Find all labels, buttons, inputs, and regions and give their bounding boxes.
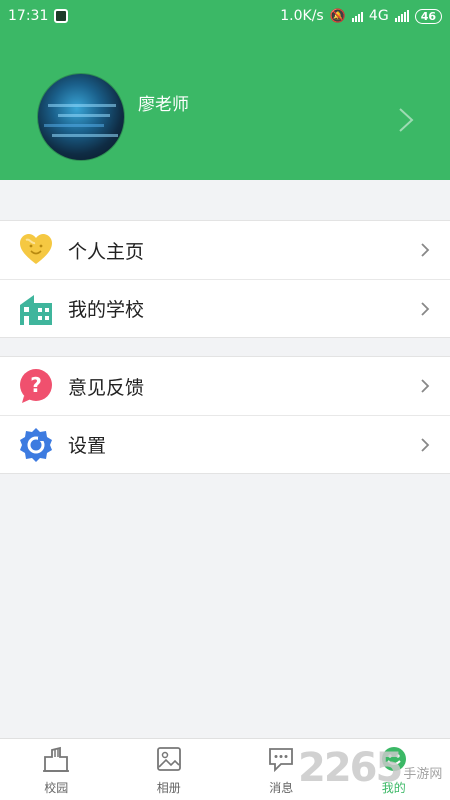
svg-text:?: ? xyxy=(30,373,42,397)
signal-strength-icon xyxy=(394,10,409,22)
watermark-number: 2265 xyxy=(298,745,403,791)
signal-hd-icon xyxy=(351,10,363,22)
tab-label: 校园 xyxy=(44,781,69,795)
tab-label: 消息 xyxy=(269,781,294,795)
network-speed: 1.0K/s xyxy=(280,8,324,24)
school-building-icon xyxy=(20,295,52,325)
campus-icon xyxy=(43,746,70,772)
chevron-right-icon xyxy=(421,438,430,452)
status-bar: 17:31 1.0K/s 🔕 4G 46 xyxy=(0,0,450,32)
menu-label: 设置 xyxy=(68,435,107,457)
menu-item-settings[interactable]: 设置 xyxy=(0,415,450,473)
menu-label: 我的学校 xyxy=(68,299,145,321)
question-bubble-icon: ? xyxy=(20,369,52,403)
tab-campus[interactable]: 校园 xyxy=(0,739,113,800)
user-name: 廖老师 xyxy=(138,95,189,115)
watermark-text: 手游网 xyxy=(403,766,443,782)
avatar[interactable] xyxy=(37,73,125,161)
menu-label: 个人主页 xyxy=(68,240,145,263)
mute-bell-icon: 🔕 xyxy=(329,8,346,24)
settings-gear-icon xyxy=(20,428,52,462)
menu-group-support: ? 意见反馈 设置 xyxy=(0,356,450,474)
battery-icon: 46 xyxy=(414,8,442,24)
chevron-right-icon xyxy=(421,379,430,393)
chevron-right-icon[interactable] xyxy=(396,106,416,134)
menu-item-my-school[interactable]: 我的学校 xyxy=(0,279,450,337)
tab-label: 相册 xyxy=(156,781,181,795)
heart-smile-icon xyxy=(20,234,52,264)
menu-item-personal-homepage[interactable]: 个人主页 xyxy=(0,221,450,279)
menu-item-feedback[interactable]: ? 意见反馈 xyxy=(0,357,450,415)
network-type: 4G xyxy=(368,8,389,24)
status-time: 17:31 xyxy=(8,8,49,24)
menu-label: 意见反馈 xyxy=(68,376,145,399)
menu-group-profile: 个人主页 我的学校 xyxy=(0,220,450,338)
message-icon xyxy=(269,748,294,773)
chevron-right-icon xyxy=(421,302,430,316)
album-icon xyxy=(156,747,181,771)
app-notification-icon xyxy=(54,9,69,23)
profile-header[interactable]: 廖老师 xyxy=(0,32,450,180)
watermark-logo: 2265 手游网 xyxy=(298,744,448,792)
tab-album[interactable]: 相册 xyxy=(113,739,226,800)
chevron-right-icon xyxy=(421,243,430,257)
